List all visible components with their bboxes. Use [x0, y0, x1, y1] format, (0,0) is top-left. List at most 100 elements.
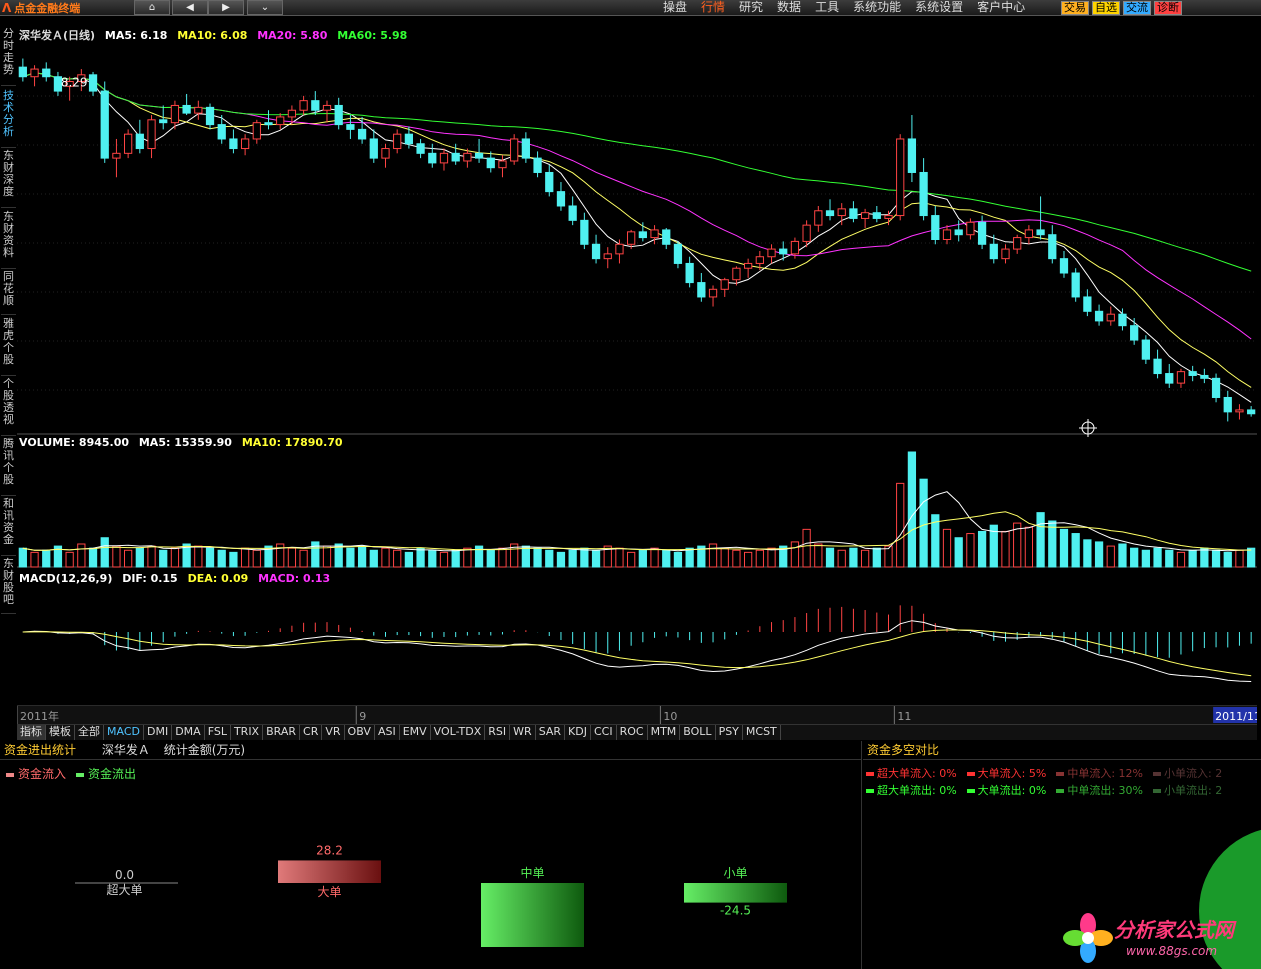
- candle: [147, 115, 156, 159]
- left-nav-item-8[interactable]: 和讯资金: [1, 498, 16, 556]
- indicator-tab-vol-tdx[interactable]: VOL-TDX: [431, 725, 486, 740]
- volume-bar: [299, 549, 308, 568]
- fund-bar-3: 小单 -24.5: [684, 866, 787, 918]
- left-nav-item-1[interactable]: 技术分析: [1, 90, 16, 148]
- left-nav-item-3[interactable]: 东财资料: [1, 211, 16, 269]
- volume-bar: [568, 549, 577, 568]
- volume-bar: [170, 547, 180, 568]
- indicator-tab-cci[interactable]: CCI: [591, 725, 617, 740]
- candle: [1211, 373, 1221, 403]
- indicator-tab-psy[interactable]: PSY: [716, 725, 743, 740]
- volume-bar: [814, 543, 823, 568]
- indicator-tab-kdj[interactable]: KDJ: [565, 725, 591, 740]
- volume-bar: [217, 549, 226, 568]
- indicator-tab-obv[interactable]: OBV: [345, 725, 375, 740]
- left-nav-item-7[interactable]: 腾讯个股: [1, 438, 16, 496]
- left-nav-item-0[interactable]: 分时走势: [1, 28, 16, 86]
- candle: [322, 100, 332, 123]
- indicator-tabs: 指标 模板 全部 MACD DMI DMA FSL TRIX BRAR CR VR OBV ASI EMV…: [17, 724, 1257, 740]
- collapse-button[interactable]: ⌄: [247, 0, 283, 15]
- kline-chart[interactable]: 2011年 9 10 11 2011/11/29/二 8.29: [16, 26, 1261, 724]
- menu-item-4[interactable]: 工具: [808, 0, 846, 16]
- volume-bar: [627, 551, 636, 568]
- indicator-tab-wr[interactable]: WR: [510, 725, 536, 740]
- candle: [439, 148, 449, 171]
- back-button[interactable]: ◀: [172, 0, 208, 15]
- volume-bar: [1130, 547, 1139, 568]
- volume-bar: [825, 547, 835, 568]
- quick-button-0[interactable]: 交易: [1061, 1, 1089, 15]
- menu-item-0[interactable]: 操盘: [656, 0, 694, 16]
- indicator-tab-brar[interactable]: BRAR: [263, 725, 301, 740]
- indicator-tab-dma[interactable]: DMA: [172, 725, 205, 740]
- indicator-tab-trix[interactable]: TRIX: [231, 725, 264, 740]
- indicator-tab-sar[interactable]: SAR: [536, 725, 566, 740]
- volume-bar: [18, 547, 27, 568]
- chart-svg: 2011年 9 10 11 2011/11/29/二 8.29: [16, 58, 1261, 724]
- menu-item-5[interactable]: 系统功能: [846, 0, 908, 16]
- app-logo: Λ 点金金融终端: [2, 1, 80, 15]
- candle: [708, 285, 718, 307]
- indicator-tab-fsl[interactable]: FSL: [205, 725, 231, 740]
- menu-item-2[interactable]: 研究: [732, 0, 770, 16]
- indicator-tab-asi[interactable]: ASI: [375, 725, 400, 740]
- fund-flow-unit: 统计金额(万元): [163, 743, 246, 757]
- indicator-tab-全部[interactable]: 全部: [75, 725, 104, 740]
- quick-button-1[interactable]: 自选: [1092, 1, 1120, 15]
- indicator-tab-指标[interactable]: 指标: [17, 725, 46, 740]
- quick-button-2[interactable]: 交流: [1123, 1, 1151, 15]
- indicator-tab-mtm[interactable]: MTM: [648, 725, 681, 740]
- indicator-tab-模板[interactable]: 模板: [46, 725, 75, 740]
- candle: [393, 129, 402, 154]
- volume-bar: [872, 547, 881, 568]
- indicator-tab-cr[interactable]: CR: [300, 725, 323, 740]
- candle: [229, 129, 238, 154]
- ratio-header: 资金多空对比: [863, 741, 1261, 760]
- candle: [42, 62, 51, 82]
- menu-item-1[interactable]: 行情: [694, 0, 732, 16]
- indicator-tab-mcst[interactable]: MCST: [743, 725, 781, 740]
- forward-button[interactable]: ▶: [208, 0, 244, 15]
- left-nav-item-2[interactable]: 东财深度: [1, 150, 16, 208]
- volume-bar: [1176, 551, 1186, 568]
- candle: [205, 103, 215, 130]
- candle: [381, 143, 390, 168]
- candle: [1130, 318, 1139, 345]
- indicator-tab-roc[interactable]: ROC: [617, 725, 648, 740]
- volume-bar: [1059, 528, 1069, 568]
- volume-bar: [1071, 533, 1080, 568]
- svg-text:大单: 大单: [317, 885, 341, 899]
- svg-text:-24.5: -24.5: [720, 904, 751, 918]
- indicator-tab-macd[interactable]: MACD: [104, 725, 144, 740]
- indicator-tab-vr[interactable]: VR: [322, 725, 345, 740]
- left-nav-item-5[interactable]: 雅虎个股: [1, 318, 16, 376]
- menu-item-7[interactable]: 客户中心: [970, 0, 1032, 16]
- indicator-tab-boll[interactable]: BOLL: [680, 725, 716, 740]
- logo-icon: Λ: [2, 1, 12, 15]
- fund-flow-header: 资金进出统计 深华发Ａ 统计金额(万元): [0, 741, 861, 760]
- indicator-tab-rsi[interactable]: RSI: [485, 725, 511, 740]
- candle: [907, 115, 917, 183]
- chart-grid: [17, 95, 1257, 707]
- svg-text:0.0: 0.0: [115, 868, 134, 882]
- fund-bar-2: 中单: [481, 865, 584, 947]
- volume-bar: [1094, 541, 1104, 568]
- indicator-tab-dmi[interactable]: DMI: [144, 725, 173, 740]
- candle: [720, 277, 729, 297]
- home-button[interactable]: ⌂: [134, 0, 170, 15]
- watermark-url: www.88gs.com: [1126, 944, 1218, 958]
- candle: [451, 143, 460, 165]
- indicator-tab-emv[interactable]: EMV: [400, 725, 431, 740]
- candle: [1036, 196, 1045, 240]
- candle: [334, 97, 343, 130]
- volume-bar: [100, 537, 109, 568]
- left-nav-item-9[interactable]: 东财股吧: [1, 558, 16, 614]
- left-nav-item-4[interactable]: 同花顺: [1, 271, 16, 315]
- menu-item-6[interactable]: 系统设置: [908, 0, 970, 16]
- left-nav-item-6[interactable]: 个股透视: [1, 378, 16, 436]
- candle: [931, 205, 940, 245]
- quick-button-3[interactable]: 诊断: [1154, 1, 1182, 15]
- candle: [942, 225, 952, 245]
- menu-item-3[interactable]: 数据: [770, 0, 808, 16]
- candle: [767, 244, 776, 264]
